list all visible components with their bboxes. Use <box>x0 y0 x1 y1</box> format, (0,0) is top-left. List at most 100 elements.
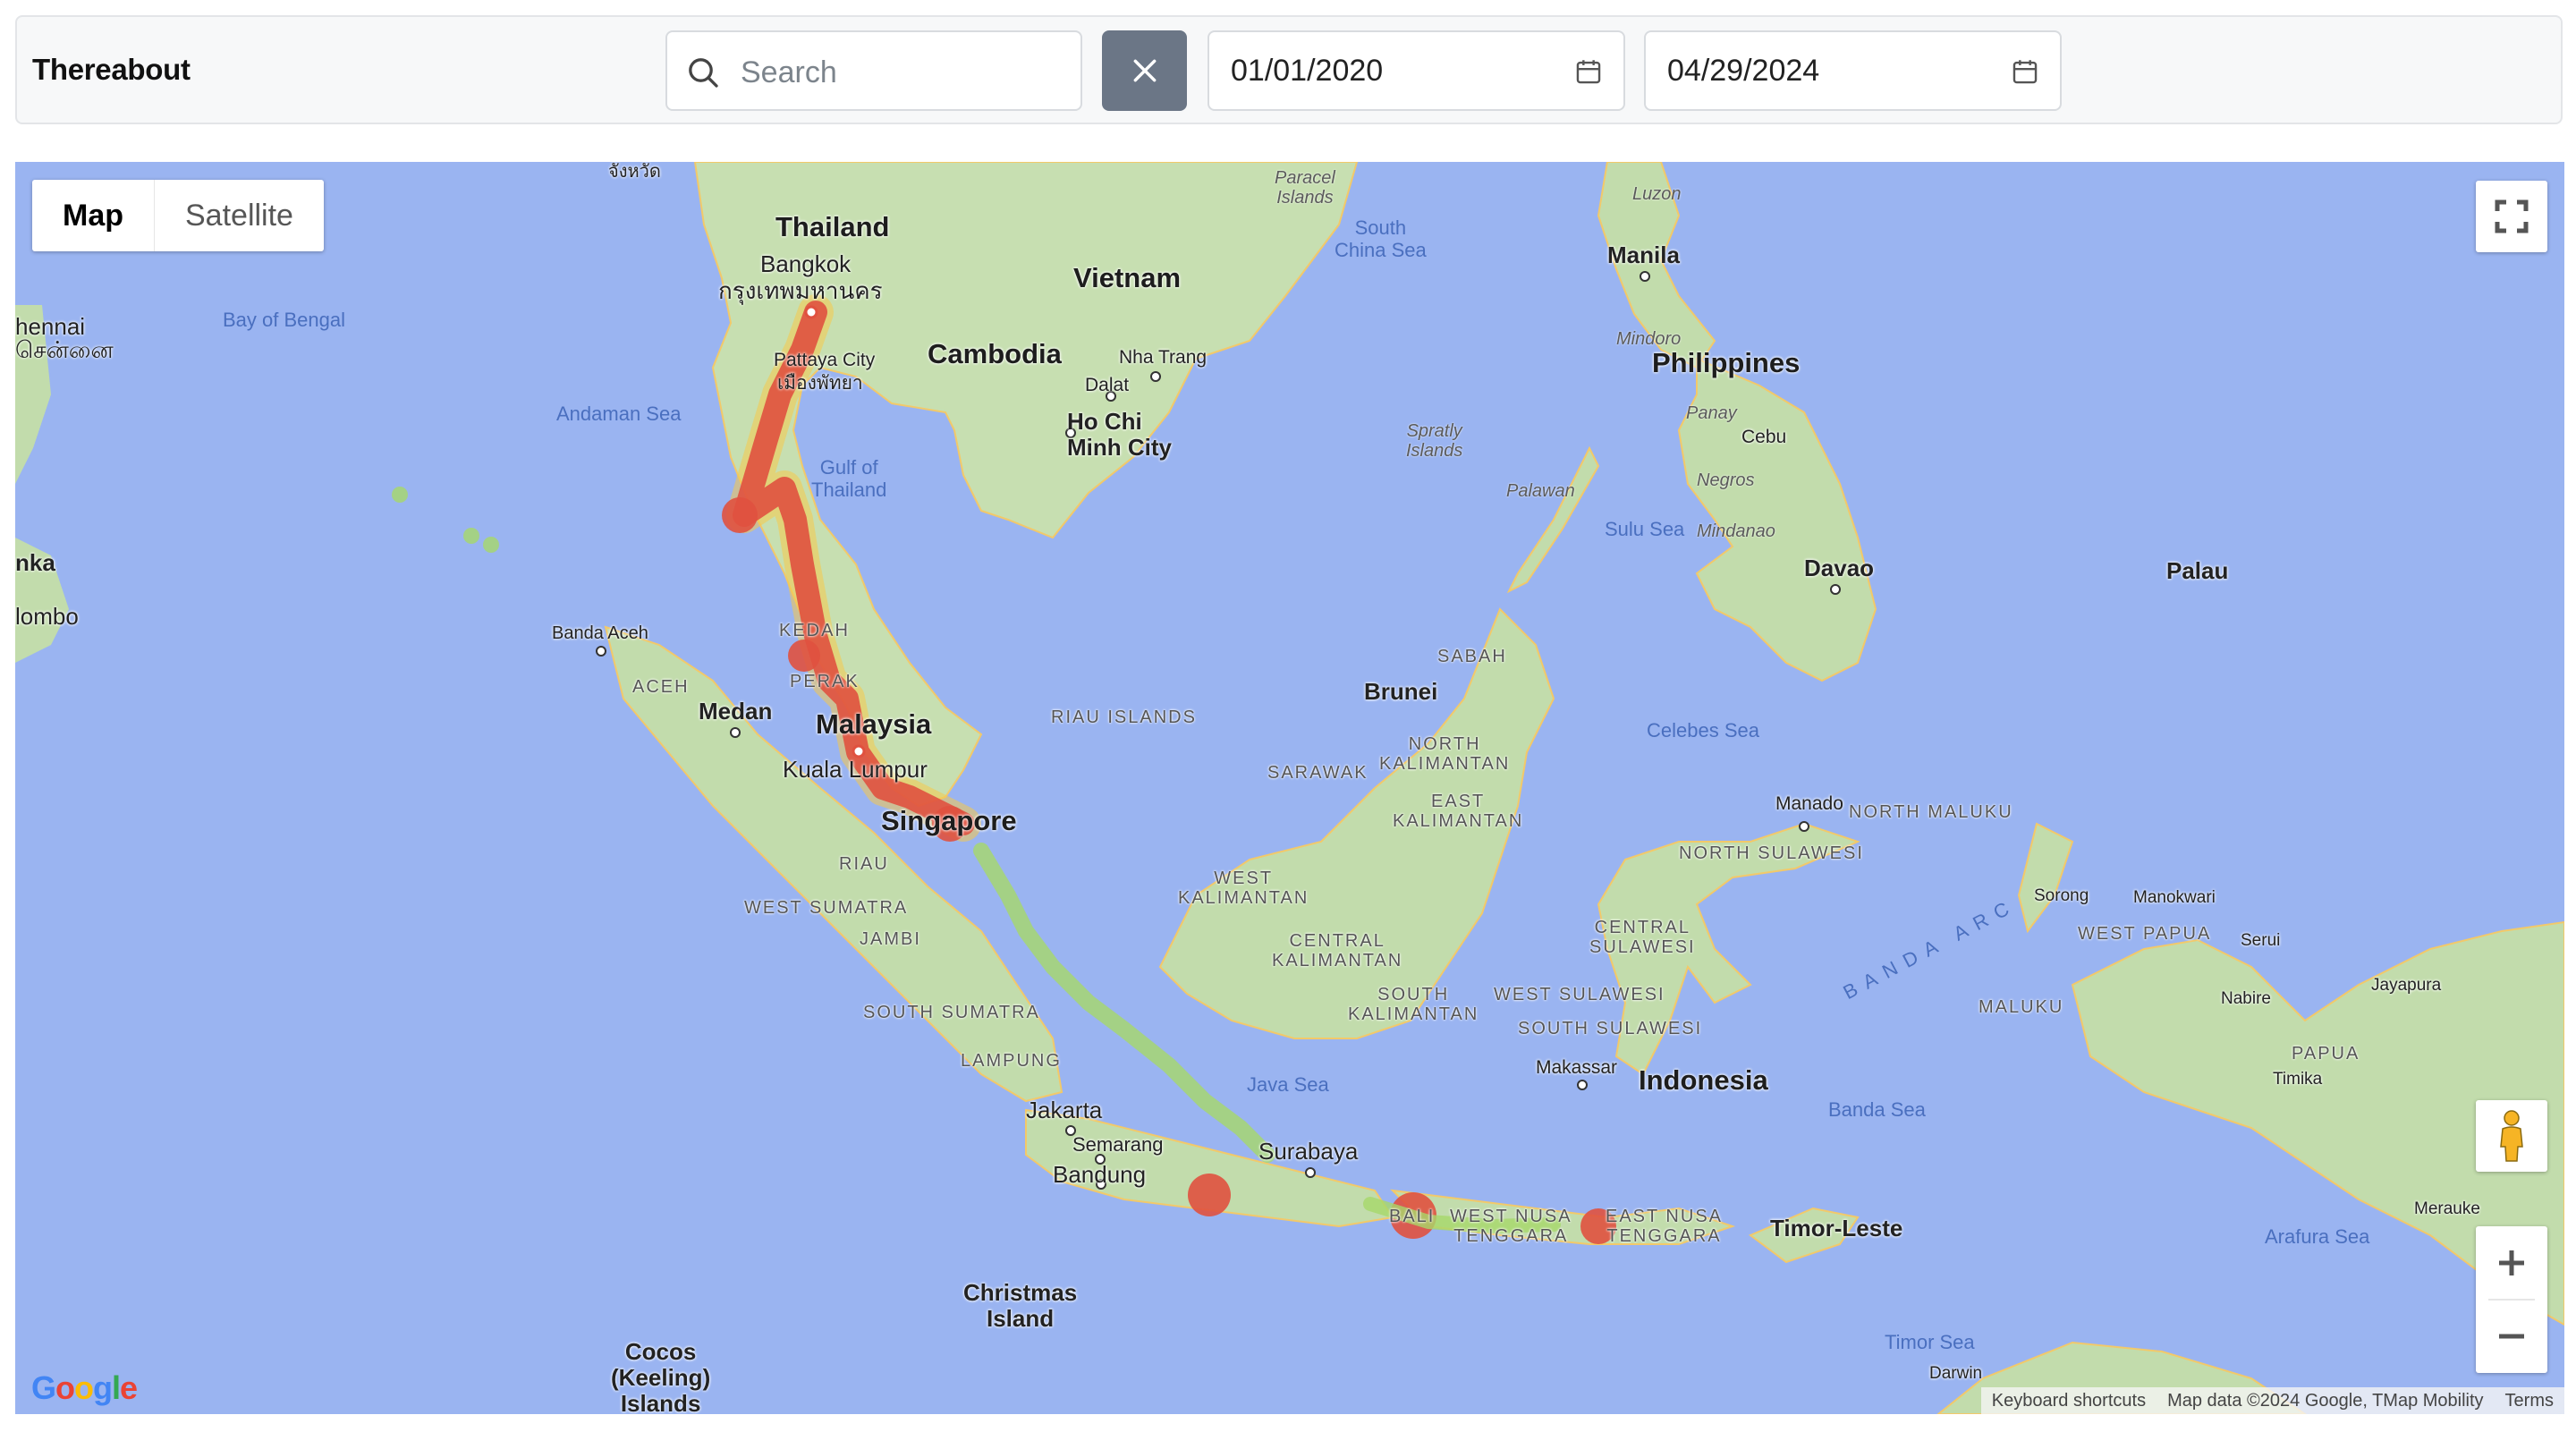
zoom-controls <box>2476 1226 2547 1373</box>
halmahera-landmass <box>2017 822 2074 934</box>
label-palau: Palau <box>2166 557 2229 584</box>
label-nabire: Nabire <box>2221 989 2271 1008</box>
terms-link[interactable]: Terms <box>2495 1387 2564 1414</box>
label-north-kalimantan: NORTH KALIMANTAN <box>1379 734 1511 775</box>
label-singapore: Singapore <box>881 805 1017 836</box>
calendar-icon[interactable] <box>2010 56 2040 87</box>
label-semarang: Semarang <box>1072 1133 1164 1156</box>
label-central-kalimantan: CENTRAL KALIMANTAN <box>1272 931 1403 971</box>
map-type-toggle: Map Satellite <box>32 180 324 251</box>
label-perak: PERAK <box>790 672 860 691</box>
label-serui: Serui <box>2241 931 2281 950</box>
label-manokwari: Manokwari <box>2133 888 2216 907</box>
label-timor-sea: Timor Sea <box>1885 1331 1975 1353</box>
heatmap-spot-andaman-2 <box>463 528 479 544</box>
label-mindoro: Mindoro <box>1616 329 1682 349</box>
label-sri-lanka-partial: nka <box>15 549 55 576</box>
marker-nha-trang <box>1150 371 1161 382</box>
label-bay-of-bengal: Bay of Bengal <box>223 309 345 331</box>
app-title: Thereabout <box>32 53 191 86</box>
label-celebes-sea: Celebes Sea <box>1647 719 1759 741</box>
end-date-field[interactable]: 04/29/2024 <box>1644 30 2062 111</box>
heatmap-spot-yogyakarta <box>1188 1174 1231 1216</box>
heatmap-spot-penang <box>788 640 820 672</box>
label-aceh: ACEH <box>632 677 690 697</box>
marker-davao <box>1830 584 1841 595</box>
label-philippines: Philippines <box>1652 347 1801 378</box>
label-south-sulawesi: SOUTH SULAWESI <box>1518 1019 1703 1038</box>
label-kedah: KEDAH <box>779 621 850 640</box>
label-sorong: Sorong <box>2034 886 2089 905</box>
label-pattaya-thai: เมืองพัทยา <box>777 373 863 394</box>
label-panay: Panay <box>1686 403 1737 423</box>
map-type-satellite-button[interactable]: Satellite <box>155 180 324 251</box>
keyboard-shortcuts-link[interactable]: Keyboard shortcuts <box>1981 1387 2157 1414</box>
search-box[interactable] <box>665 30 1082 111</box>
minus-icon <box>2499 1334 2524 1339</box>
street-view-pegman-button[interactable] <box>2476 1100 2547 1172</box>
label-manado: Manado <box>1775 793 1843 814</box>
label-palawan: Palawan <box>1506 481 1575 501</box>
label-andaman-sea: Andaman Sea <box>556 402 682 425</box>
zoom-out-button[interactable] <box>2476 1301 2547 1373</box>
label-kuala-lumpur: Kuala Lumpur <box>783 756 928 783</box>
label-ho-chi-minh: Ho Chi Minh City <box>1067 408 1172 462</box>
search-icon <box>689 58 718 88</box>
fullscreen-button[interactable] <box>2476 181 2547 252</box>
label-luzon: Luzon <box>1632 184 1682 204</box>
label-vietnam: Vietnam <box>1073 262 1182 293</box>
label-jakarta: Jakarta <box>1026 1097 1103 1123</box>
label-cocos-islands: Cocos (Keeling) Islands <box>611 1338 711 1414</box>
plus-icon <box>2499 1250 2524 1275</box>
label-riau-islands: RIAU ISLANDS <box>1051 708 1197 727</box>
label-malaysia: Malaysia <box>816 708 932 740</box>
marker-manado <box>1799 821 1809 832</box>
label-banda-sea: Banda Sea <box>1828 1098 1926 1121</box>
label-central-sulawesi: CENTRAL SULAWESI <box>1589 918 1696 958</box>
label-java-sea: Java Sea <box>1247 1073 1329 1096</box>
marker-surabaya <box>1305 1167 1316 1178</box>
heatmap-spot-bangkok-marker <box>804 305 818 319</box>
search-input[interactable] <box>739 48 1073 97</box>
label-north-sulawesi: NORTH SULAWESI <box>1679 843 1864 863</box>
label-surabaya: Surabaya <box>1258 1138 1359 1165</box>
label-bandung: Bandung <box>1053 1161 1147 1188</box>
label-merauke: Merauke <box>2414 1199 2480 1218</box>
label-sarawak: SARAWAK <box>1267 763 1368 783</box>
label-south-sumatra: SOUTH SUMATRA <box>863 1003 1040 1022</box>
map-footer: Keyboard shortcuts Map data ©2024 Google… <box>1980 1387 2564 1414</box>
map-data-attribution: Map data ©2024 Google, TMap Mobility <box>2167 1391 2484 1411</box>
toolbar: Thereabout 01/01/2020 04/29/2024 <box>15 15 2563 124</box>
label-west-papua: WEST PAPUA <box>2078 924 2212 944</box>
map-base-layer <box>15 162 2564 1414</box>
label-christmas-island: Christmas Island <box>963 1279 1078 1333</box>
map-view[interactable]: Thailand Vietnam Cambodia Malaysia Phili… <box>15 162 2564 1414</box>
label-west-sulawesi: WEST SULAWESI <box>1494 985 1665 1004</box>
google-logo: Google <box>31 1369 138 1406</box>
label-south-kalimantan: SOUTH KALIMANTAN <box>1348 985 1479 1025</box>
label-east-kalimantan: EAST KALIMANTAN <box>1393 792 1524 832</box>
zoom-in-button[interactable] <box>2476 1226 2547 1299</box>
label-north-top: จังหวัด <box>608 162 661 182</box>
label-bangkok-thai: กรุงเทพมหานคร <box>718 277 883 304</box>
map-type-map-button[interactable]: Map <box>32 180 155 251</box>
marker-banda-aceh <box>596 646 606 657</box>
label-davao: Davao <box>1804 555 1875 581</box>
label-south-china-sea: South China Sea <box>1335 216 1427 261</box>
label-manila: Manila <box>1607 242 1680 268</box>
label-cebu: Cebu <box>1741 427 1787 447</box>
start-date-field[interactable]: 01/01/2020 <box>1208 30 1625 111</box>
marker-makassar <box>1577 1080 1588 1090</box>
label-sabah: SABAH <box>1437 647 1507 666</box>
calendar-icon[interactable] <box>1573 56 1604 87</box>
heatmap-spot-andaman-1 <box>392 487 408 503</box>
label-jayapura: Jayapura <box>2371 976 2442 995</box>
clear-button[interactable] <box>1102 30 1187 111</box>
label-riau: RIAU <box>839 854 889 874</box>
label-sulu-sea: Sulu Sea <box>1605 518 1685 540</box>
label-colombo-partial: lombo <box>15 603 79 630</box>
heatmap-spot-andaman-3 <box>483 537 499 553</box>
label-gulf-of-thailand: Gulf of Thailand <box>811 456 887 501</box>
label-darwin: Darwin <box>1929 1364 1983 1383</box>
label-east-nusa-tenggara: EAST NUSA TENGGARA <box>1606 1207 1723 1247</box>
